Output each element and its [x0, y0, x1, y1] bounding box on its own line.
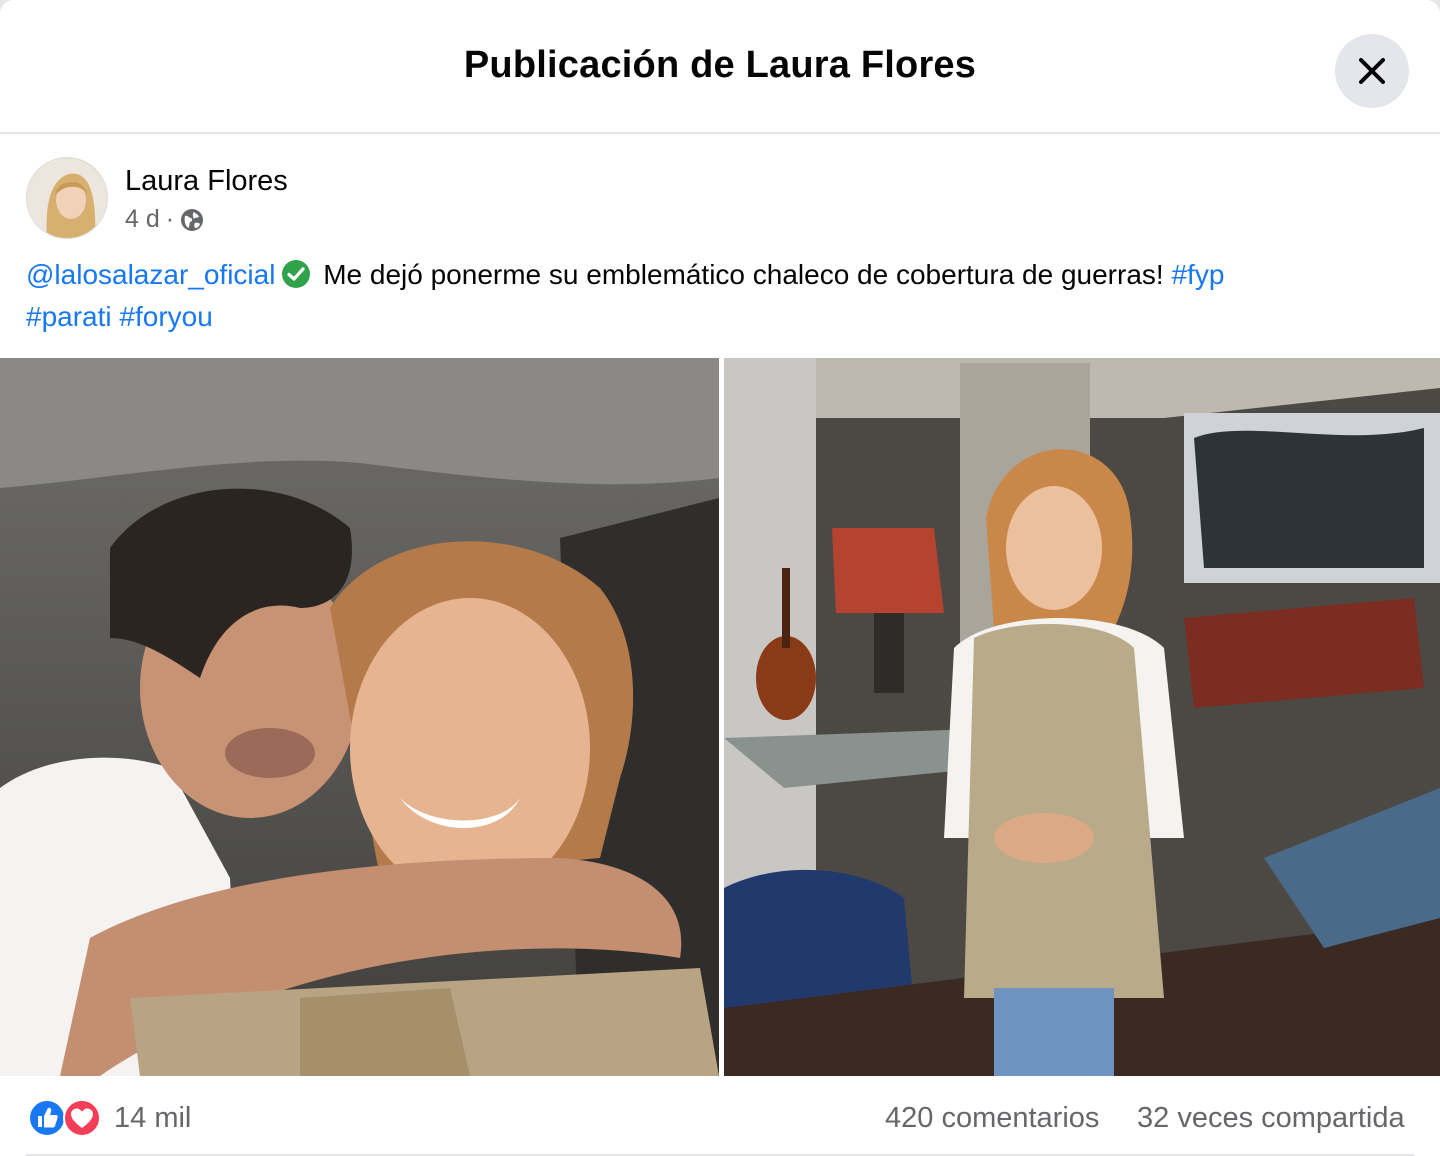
avatar-image [27, 158, 107, 238]
reactions-bar: 14 mil 420 comentarios 32 veces comparti… [0, 1080, 1440, 1156]
reaction-icons[interactable] [28, 1098, 104, 1138]
post-header: Laura Flores 4 d · [26, 157, 826, 243]
post-body: Me dejó ponerme su emblemático chaleco d… [315, 259, 1172, 290]
close-button[interactable] [1335, 34, 1409, 108]
close-icon [1359, 58, 1385, 84]
hashtag-parati[interactable]: #parati [26, 301, 112, 332]
post-dialog: Publicación de Laura Flores Laura Flores… [0, 0, 1440, 1156]
selfie-image [0, 358, 719, 1076]
dialog-header: Publicación de Laura Flores [0, 0, 1440, 134]
shares-count[interactable]: 32 veces compartida [1137, 1102, 1405, 1135]
dialog-title: Publicación de Laura Flores [463, 44, 977, 86]
post-text: @lalosalazar_oficial Me dejó ponerme su … [26, 254, 1416, 338]
avatar[interactable] [26, 157, 108, 239]
standing-image [724, 358, 1440, 1076]
verified-badge-icon [282, 260, 311, 288]
globe-icon[interactable] [180, 208, 204, 232]
meta-separator: · [165, 205, 175, 233]
reaction-count[interactable]: 14 mil [114, 1102, 191, 1135]
hashtag-fyp[interactable]: #fyp [1171, 259, 1224, 290]
post-time[interactable]: 4 d [125, 205, 160, 234]
hashtag-foryou[interactable]: #foryou [119, 301, 212, 332]
photo-selfie[interactable] [0, 358, 719, 1076]
love-icon [63, 1099, 101, 1137]
like-icon [28, 1099, 66, 1137]
comments-count[interactable]: 420 comentarios [885, 1102, 1099, 1135]
post-meta: 4 d · [125, 205, 204, 234]
photo-standing[interactable] [724, 358, 1440, 1076]
mention-link[interactable]: @lalosalazar_oficial [26, 259, 275, 290]
author-name[interactable]: Laura Flores [125, 165, 288, 198]
photo-grid [0, 358, 1440, 1078]
